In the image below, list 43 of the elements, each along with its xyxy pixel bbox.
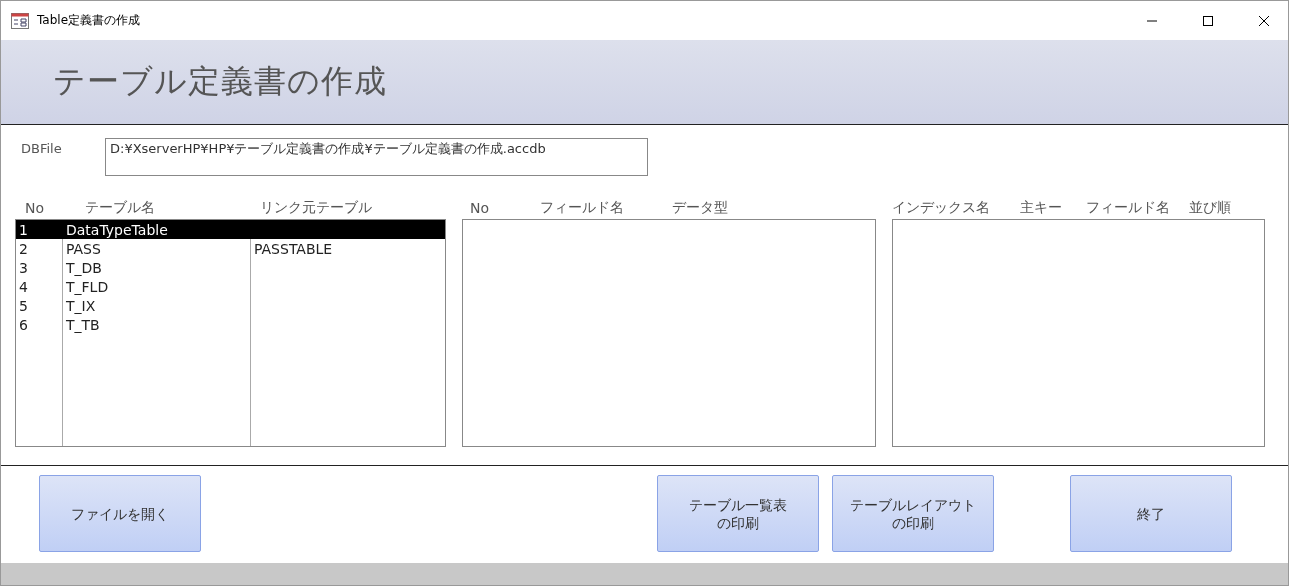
action-button[interactable]: 終了	[1070, 475, 1232, 552]
app-icon	[11, 12, 29, 29]
list-row[interactable]: 5 T_IX	[16, 296, 445, 315]
list-cell-text: 6	[18, 316, 29, 333]
column-header: 並び順	[1189, 199, 1232, 217]
list-row[interactable]: 6 T_TB	[16, 315, 445, 334]
list-cell-text: T_TB	[65, 316, 101, 333]
column-header: No	[470, 200, 491, 216]
column-header: No	[25, 200, 46, 216]
window-title: Table定義書の作成	[37, 12, 142, 29]
list-cell-text: PASS	[65, 240, 102, 257]
list-cell-text: 5	[18, 297, 29, 314]
db-file-label: DBFile	[21, 140, 63, 158]
list-cell-text: T_FLD	[65, 278, 110, 295]
column-header: フィールド名	[1086, 199, 1171, 217]
list-row[interactable]: 3 T_DB	[16, 258, 445, 277]
list-cell-text: 4	[18, 278, 29, 295]
action-button[interactable]: テーブル一覧表 の印刷	[657, 475, 819, 552]
list-row[interactable]: 2 PASS PASSTABLE	[16, 239, 445, 258]
column-header: データ型	[672, 199, 729, 217]
field-listbox[interactable]	[462, 219, 876, 447]
list-cell-text: 3	[18, 259, 29, 276]
maximize-icon	[1202, 14, 1214, 27]
list-cell-text: DataTypeTable	[65, 221, 169, 238]
list-row[interactable]: 1 DataTypeTable	[16, 220, 445, 239]
table-listbox[interactable]: 1 DataTypeTable 2 PASS PASSTABLE 3 T_DB 4 T_FLD 5 T_IX 6 T_TB	[15, 219, 446, 447]
list-cell-text: 2	[18, 240, 29, 257]
list-row[interactable]: 4 T_FLD	[16, 277, 445, 296]
close-icon	[1258, 14, 1270, 27]
column-header: 主キー	[1020, 199, 1063, 217]
index-listbox[interactable]	[892, 219, 1265, 447]
form-title: テーブル定義書の作成	[53, 61, 387, 102]
list-cell-text: T_DB	[65, 259, 103, 276]
column-header: フィールド名	[540, 199, 625, 217]
column-header: テーブル名	[85, 199, 156, 217]
column-header: リンク元テーブル	[260, 199, 373, 217]
list-cell-text: 1	[18, 221, 29, 238]
db-file-field[interactable]: D:¥XserverHP¥HP¥テーブル定義書の作成¥テーブル定義書の作成.accdb	[105, 138, 648, 176]
action-button[interactable]: ファイルを開く	[39, 475, 201, 552]
list-cell-text: PASSTABLE	[253, 240, 334, 257]
list-cell-text: T_IX	[65, 297, 97, 314]
column-header: インデックス名	[892, 199, 991, 217]
action-button[interactable]: テーブルレイアウト の印刷	[832, 475, 994, 552]
